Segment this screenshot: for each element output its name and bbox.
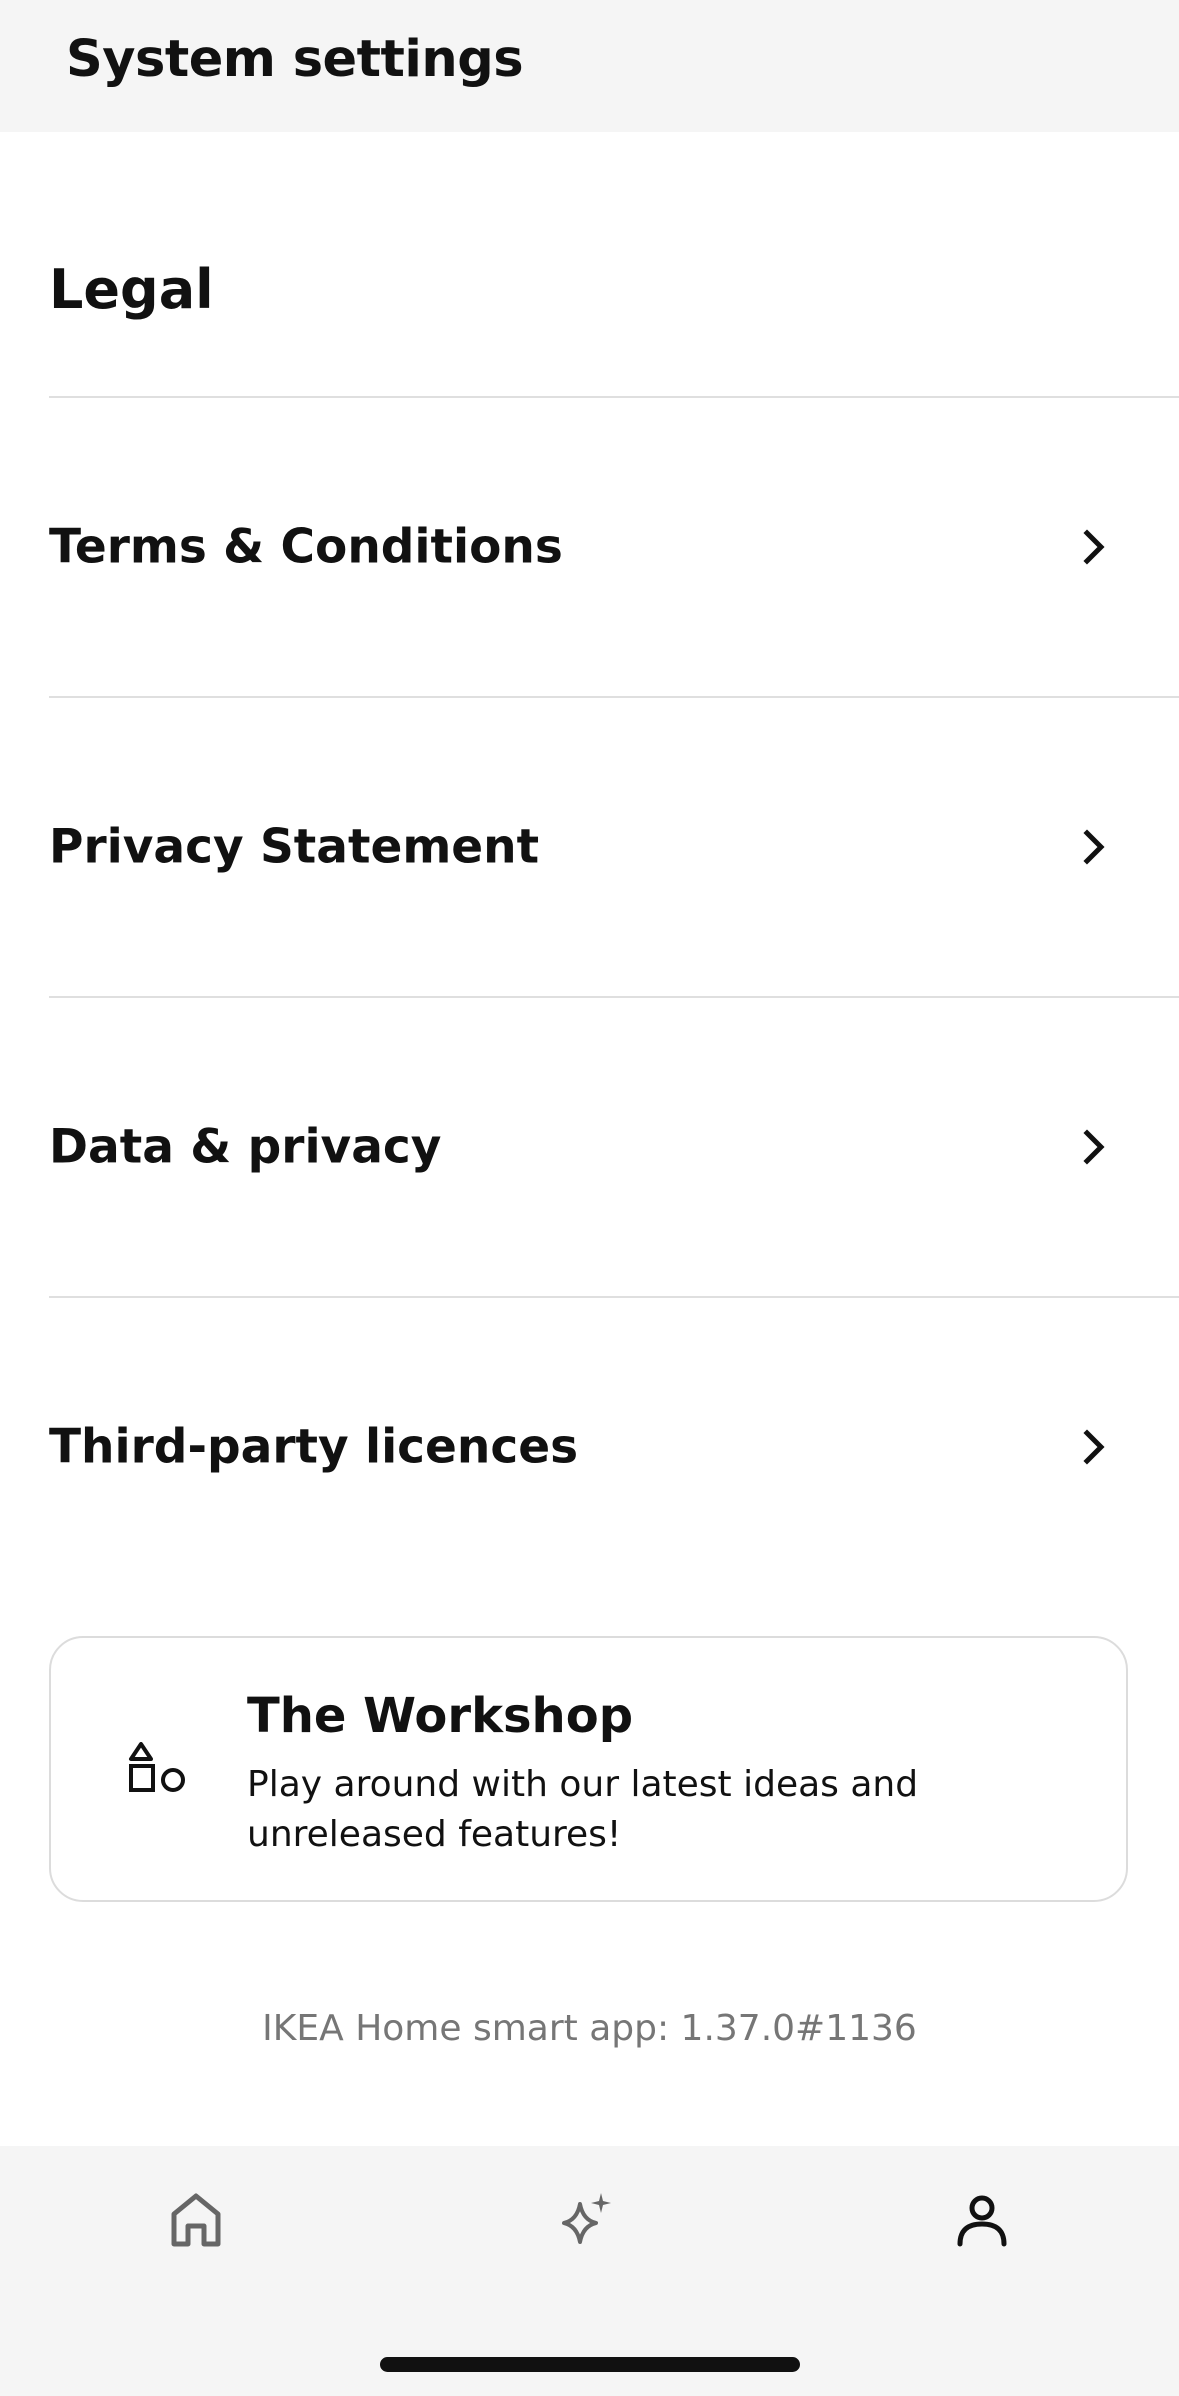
row-privacy-statement[interactable]: Privacy Statement xyxy=(0,698,1179,996)
home-indicator[interactable] xyxy=(380,2357,800,2372)
chevron-right-icon xyxy=(1083,829,1105,865)
profile-icon xyxy=(957,2195,1007,2247)
row-label: Third-party licences xyxy=(49,1419,579,1475)
section-heading-legal: Legal xyxy=(49,258,214,321)
row-label: Data & privacy xyxy=(49,1119,442,1175)
app-version-text: IKEA Home smart app: 1.37.0#1136 xyxy=(262,2008,917,2049)
tab-profile[interactable] xyxy=(922,2170,1042,2270)
tab-home[interactable] xyxy=(136,2170,256,2270)
top-header: System settings xyxy=(0,0,1179,132)
chevron-right-icon xyxy=(1083,1129,1105,1165)
workshop-title: The Workshop xyxy=(247,1688,634,1744)
sparkle-icon xyxy=(562,2193,611,2244)
chevron-right-icon xyxy=(1083,529,1105,565)
workshop-description: Play around with our latest ideas and un… xyxy=(247,1764,919,1855)
chevron-right-icon xyxy=(1083,1429,1105,1465)
page-title: System settings xyxy=(66,30,524,89)
tab-ideas[interactable] xyxy=(526,2170,646,2270)
row-terms-conditions[interactable]: Terms & Conditions xyxy=(0,398,1179,696)
home-icon xyxy=(171,2193,221,2247)
workshop-card[interactable]: The Workshop Play around with our latest… xyxy=(49,1636,1128,1902)
row-label: Privacy Statement xyxy=(49,819,540,875)
row-third-party-licences[interactable]: Third-party licences xyxy=(0,1298,1179,1596)
row-label: Terms & Conditions xyxy=(49,519,563,575)
row-data-privacy[interactable]: Data & privacy xyxy=(0,998,1179,1296)
shapes-icon xyxy=(129,1742,185,1792)
